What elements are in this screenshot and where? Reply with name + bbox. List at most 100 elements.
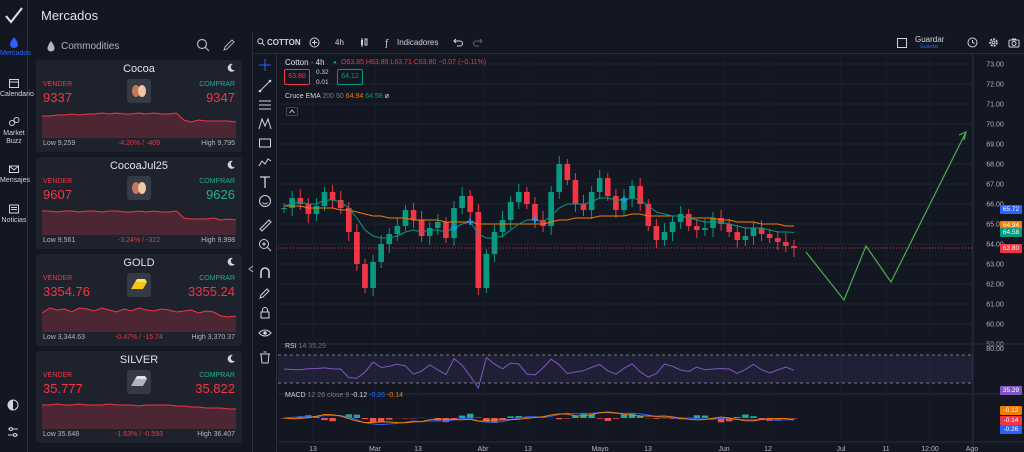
- redo-icon[interactable]: [473, 38, 483, 47]
- edit-pencil-icon[interactable]: [222, 38, 236, 52]
- buy-price[interactable]: 9626: [206, 187, 235, 202]
- compare-add-icon[interactable]: [309, 37, 320, 48]
- undo-icon[interactable]: [453, 38, 463, 47]
- save-button[interactable]: Guardar: [915, 35, 944, 44]
- candle-body: [370, 262, 376, 288]
- trash-icon[interactable]: [258, 350, 272, 364]
- ruler-icon[interactable]: [258, 218, 272, 232]
- nav-item-noticias[interactable]: Noticias: [0, 203, 28, 225]
- gear-icon[interactable]: [988, 37, 999, 48]
- trendline-icon[interactable]: [258, 79, 272, 93]
- candle-body: [685, 214, 692, 226]
- buy-price-box[interactable]: 64.12: [337, 69, 363, 85]
- fib-lines-icon[interactable]: [258, 98, 272, 112]
- interval-button[interactable]: 4h: [335, 38, 344, 47]
- candles-style-icon[interactable]: [359, 37, 369, 48]
- eye-icon[interactable]: [258, 326, 272, 340]
- macd-v1: -0.12: [351, 392, 368, 399]
- y-tick-label: 71.00: [986, 102, 1004, 109]
- measure-icon[interactable]: [258, 136, 272, 150]
- buy-price[interactable]: 35.822: [195, 381, 235, 396]
- watchlist-card-cocoajul25[interactable]: CocoaJul25 VENDER COMPRAR 9607 9626 Low 9,561…: [36, 157, 242, 249]
- candle-body: [702, 228, 708, 230]
- lock-icon[interactable]: [258, 306, 272, 320]
- day-high: High 9,998: [201, 237, 235, 244]
- macd-histogram-bar: [653, 418, 660, 419]
- macd-histogram-bar: [353, 414, 361, 418]
- ema-value-fast: 64.58: [365, 93, 383, 100]
- macd-histogram-bar: [475, 417, 482, 418]
- x-tick-label: Mar: [369, 446, 382, 452]
- zoom-in-icon[interactable]: [258, 238, 272, 252]
- price-axis-tag: 65.72: [1000, 205, 1022, 215]
- ema-cross-marker: ✚: [620, 196, 628, 206]
- macd-v2: -0.26: [369, 392, 386, 399]
- rsi-params: 14: [298, 343, 307, 350]
- layout-square-icon[interactable]: [897, 38, 907, 48]
- collapse-panel-chevron-icon[interactable]: [248, 265, 254, 273]
- sell-label: VENDER: [43, 372, 73, 379]
- nav-item-mensajes[interactable]: Mensajes: [0, 163, 30, 185]
- macd-histogram-bar: [604, 418, 612, 421]
- sell-price[interactable]: 9337: [43, 90, 72, 105]
- camera-icon[interactable]: [1008, 37, 1020, 48]
- ema-visibility-glyph[interactable]: ø: [385, 93, 389, 100]
- buy-price[interactable]: 9347: [206, 90, 235, 105]
- watchlist-panel: Commodities Cocoa VENDER COMPRAR 9337 9347 Lo…: [34, 32, 244, 452]
- sell-price[interactable]: 35.777: [43, 381, 83, 396]
- sell-price-box[interactable]: 63.80: [284, 69, 310, 85]
- candle-body: [718, 218, 724, 224]
- sell-price[interactable]: 9607: [43, 187, 72, 202]
- watchlist-card-silver[interactable]: SILVER VENDER COMPRAR 35.777 35.822 Low 35.64…: [36, 351, 242, 443]
- macd-histogram-bar: [750, 416, 757, 418]
- gold-bar-icon: [127, 273, 151, 297]
- candle-body: [394, 226, 401, 234]
- macd-axis-tag: -0.12: [1000, 406, 1022, 415]
- candle-body: [345, 208, 352, 232]
- sparkline-area: [42, 211, 236, 235]
- day-high: High 9,795: [201, 140, 235, 147]
- watchlist-category[interactable]: Commodities: [61, 41, 119, 52]
- nav-item-mercados[interactable]: Mercados: [0, 36, 31, 58]
- lock-pencil-icon[interactable]: [258, 286, 272, 300]
- symbol-search-button[interactable]: COTTON: [267, 38, 301, 47]
- ema-params: 200 50: [322, 93, 344, 100]
- candle-body: [434, 222, 441, 228]
- x-tick-label: Abr: [478, 446, 490, 452]
- left-nav: Mercados Calendario Market Buzz Mensajes…: [0, 0, 34, 452]
- y-tick-label: 70.00: [986, 122, 1004, 129]
- emoji-icon[interactable]: [258, 194, 272, 208]
- buy-price[interactable]: 3355.24: [188, 284, 235, 299]
- x-tick-label: Jul: [837, 446, 846, 452]
- collapse-legend-chevron-icon[interactable]: [286, 107, 298, 116]
- theme-toggle-icon[interactable]: [6, 398, 20, 412]
- indicators-button[interactable]: Indicadores: [397, 38, 438, 47]
- watchlist-card-cocoa[interactable]: Cocoa VENDER COMPRAR 9337 9347 Low 9,259 -4.20…: [36, 60, 242, 152]
- pattern-icon[interactable]: [258, 117, 272, 131]
- price-axis-tag: 63.80: [1000, 243, 1022, 253]
- buy-label: COMPRAR: [199, 81, 235, 88]
- settings-sliders-icon[interactable]: [6, 425, 20, 439]
- nav-item-market-buzz[interactable]: Market Buzz: [0, 116, 28, 146]
- macd-axis-tag: -0.26: [1000, 425, 1022, 434]
- alert-clock-icon[interactable]: [967, 37, 978, 48]
- candle-body: [418, 220, 425, 236]
- watchlist-card-gold[interactable]: GOLD VENDER COMPRAR 3354.76 3355.24 Low 3,344…: [36, 254, 242, 346]
- macd-histogram-bar: [701, 415, 709, 418]
- crosshair-icon[interactable]: [258, 58, 272, 72]
- candle-body: [386, 234, 393, 244]
- chart-container[interactable]: COTTON 4h ƒ Indicadores Guardar Guardar …: [248, 32, 1024, 452]
- watchlist-header: Commodities: [34, 32, 244, 60]
- sell-price[interactable]: 3354.76: [43, 284, 90, 299]
- nav-item-calendario[interactable]: Calendario: [0, 77, 34, 99]
- ema-label: Cruce EMA: [285, 93, 321, 100]
- candle-body: [297, 198, 304, 204]
- candle-body: [499, 220, 506, 232]
- magnet-icon[interactable]: [258, 266, 272, 280]
- brand-check-logo-icon[interactable]: [4, 6, 24, 26]
- search-icon[interactable]: [196, 38, 210, 52]
- brush-icon[interactable]: [258, 155, 272, 169]
- macd-histogram-bar: [329, 418, 336, 422]
- text-tool-icon[interactable]: [258, 175, 272, 189]
- mail-icon: [9, 165, 19, 173]
